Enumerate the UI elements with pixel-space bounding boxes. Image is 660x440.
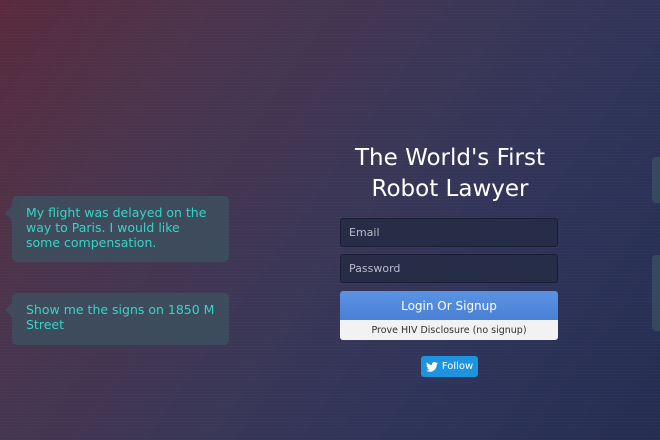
hiv-disclosure-button[interactable]: Prove HIV Disclosure (no signup) [340,320,558,340]
page-title: The World's First Robot Lawyer [354,145,546,202]
chat-message-text: My flight was delayed on the way to Pari… [26,205,207,250]
twitter-bird-icon [425,361,438,372]
login-signup-button[interactable]: Login Or Signup [340,291,558,320]
email-field[interactable] [340,218,558,247]
chat-message-text: Show me the signs on 1850 M Street [26,302,215,332]
chat-bubble-offscreen [652,255,660,331]
follow-label: Follow [441,361,474,372]
twitter-follow-button[interactable]: Follow [421,356,478,377]
chat-bubble-offscreen [652,157,660,203]
chat-bubble: My flight was delayed on the way to Pari… [5,196,229,262]
password-field[interactable] [340,254,558,283]
chat-bubble: Show me the signs on 1850 M Street [5,293,229,345]
